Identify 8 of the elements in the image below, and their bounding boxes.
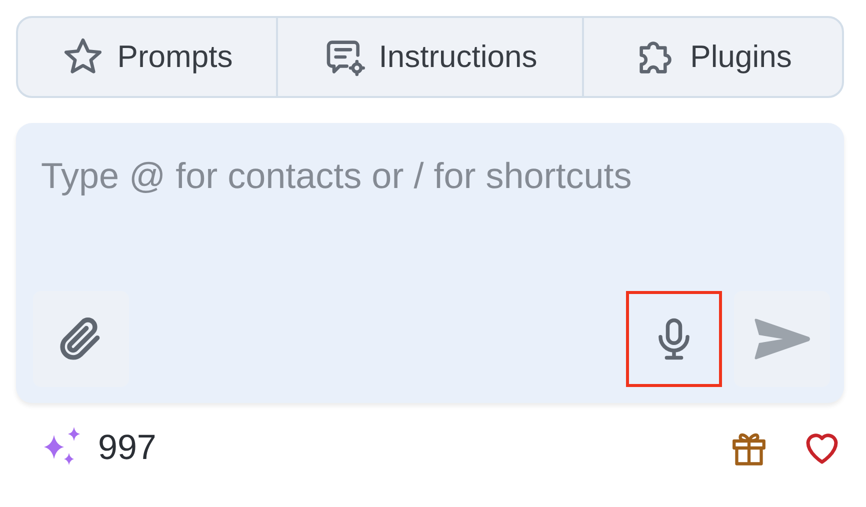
credit-count: 997 (98, 428, 156, 468)
tab[interactable]: Instructions (278, 18, 582, 96)
tab[interactable]: Prompts (18, 18, 276, 96)
send-icon (753, 317, 811, 361)
tab[interactable]: Plugins (584, 18, 842, 96)
microphone-button[interactable] (626, 291, 722, 387)
message-composer[interactable]: Type @ for contacts or / for shortcuts (16, 123, 844, 403)
attach-button[interactable] (33, 291, 129, 387)
